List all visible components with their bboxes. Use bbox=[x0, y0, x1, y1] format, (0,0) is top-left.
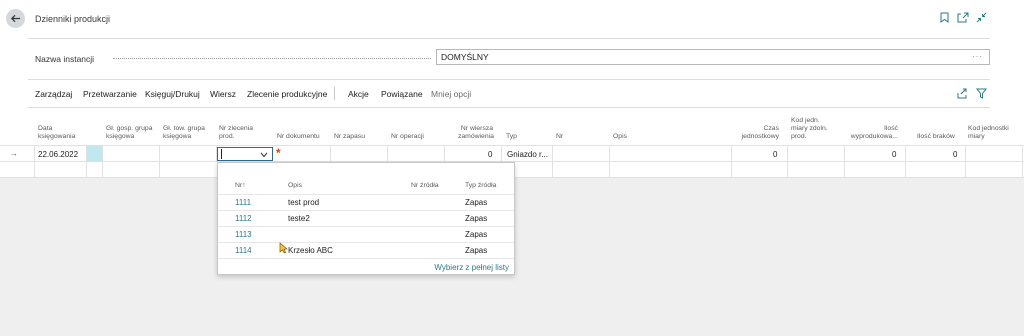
lookup-row-typ: Zapas bbox=[465, 214, 488, 223]
lookup-row[interactable]: 1113 Zapas bbox=[218, 226, 514, 242]
label-leader-dots bbox=[113, 58, 431, 59]
filter-icon[interactable] bbox=[975, 88, 988, 101]
grid-line bbox=[387, 145, 388, 162]
col-kod-jedn-zdoln[interactable]: Kod jedn. miary zdoln. prod. bbox=[791, 117, 828, 141]
lookup-row-nr[interactable]: 1114 bbox=[235, 246, 252, 255]
grid-line bbox=[0, 145, 1024, 146]
cell-czas-jednostkowy[interactable]: 0 bbox=[773, 150, 777, 159]
cell-typ[interactable]: Gniazdo r... bbox=[507, 150, 548, 159]
select-from-full-list-link[interactable]: Wybierz z pełnej listy bbox=[434, 263, 509, 272]
grid-line bbox=[330, 145, 331, 162]
col-nr-dokumentu[interactable]: Nr dokumentu bbox=[277, 133, 320, 141]
lookup-col-opis[interactable]: Opis bbox=[288, 182, 302, 189]
lookup-row[interactable]: 1112 teste2 Zapas bbox=[218, 210, 514, 226]
action-przetwarzanie[interactable]: Przetwarzanie bbox=[83, 89, 137, 99]
col-czas-jednostkowy[interactable]: Czas jednostkowy bbox=[736, 125, 779, 141]
action-mniej-opcji[interactable]: Mniej opcji bbox=[431, 89, 471, 99]
back-button[interactable] bbox=[6, 9, 25, 28]
col-gl-tow-grupa[interactable]: Gł. tow. grupa księgowa bbox=[163, 125, 205, 141]
lookup-row[interactable]: 1114 Krzesło ABC Zapas bbox=[218, 242, 514, 258]
action-zarzadzaj[interactable]: Zarządzaj bbox=[35, 89, 72, 99]
chevron-down-icon[interactable] bbox=[260, 152, 268, 158]
header-divider bbox=[28, 38, 990, 39]
mouse-cursor-icon bbox=[279, 242, 288, 256]
cell-data-ksiegowania[interactable]: 22.06.2022 bbox=[38, 150, 78, 159]
lookup-row-opis: teste2 bbox=[288, 214, 310, 223]
lookup-row-nr[interactable]: 1113 bbox=[235, 230, 252, 239]
col-typ[interactable]: Typ bbox=[506, 133, 517, 141]
actionbar-divider bbox=[28, 107, 990, 108]
lookup-dropdown: Nr↑ Opis Nr źródła Typ źródła 1111 test … bbox=[217, 162, 515, 275]
col-ilosc-wyprodukowana[interactable]: Ilość wyprodukowa... bbox=[845, 125, 898, 141]
grid-line bbox=[905, 145, 906, 178]
grid-line bbox=[787, 145, 788, 178]
col-nr-wiersza[interactable]: Nr wiersza zamówienia bbox=[458, 125, 494, 141]
lookup-col-typ-zrodla[interactable]: Typ źródła bbox=[465, 182, 496, 189]
cell-ilosc-wyprodukowana[interactable]: 0 bbox=[892, 150, 896, 159]
grid-line bbox=[102, 145, 103, 178]
lookup-col-nr-zrodla[interactable]: Nr źródła bbox=[411, 182, 439, 189]
grid-line bbox=[501, 145, 502, 162]
grid-line bbox=[1022, 145, 1023, 178]
more-options-icon[interactable]: ··· bbox=[972, 52, 983, 61]
grid-line bbox=[34, 145, 35, 178]
lookup-row-typ: Zapas bbox=[465, 230, 488, 239]
grid-line bbox=[844, 145, 845, 178]
grid-line bbox=[552, 145, 553, 178]
lookup-row-opis: test prod bbox=[288, 198, 320, 207]
col-nr[interactable]: Nr bbox=[556, 133, 563, 141]
grid-line bbox=[159, 145, 160, 178]
row-indicator-arrow-icon: → bbox=[10, 149, 18, 158]
share-icon[interactable] bbox=[957, 88, 968, 101]
grid-line bbox=[444, 145, 445, 162]
col-data-ksiegowania[interactable]: Data księgowania bbox=[38, 125, 75, 141]
col-nr-operacji[interactable]: Nr operacji bbox=[391, 133, 424, 141]
lookup-row-opis: Krzesło ABC bbox=[288, 246, 333, 255]
sort-ascending-icon: ↑ bbox=[242, 182, 246, 189]
lookup-row[interactable]: 1111 test prod Zapas bbox=[218, 194, 514, 210]
lookup-row-typ: Zapas bbox=[465, 246, 488, 255]
col-kod-jednostki-miary[interactable]: Kod jednostki miary bbox=[968, 125, 1009, 141]
open-new-window-icon[interactable] bbox=[957, 12, 969, 25]
col-opis[interactable]: Opis bbox=[613, 133, 627, 141]
lookup-row-nr[interactable]: 1112 bbox=[235, 214, 252, 223]
action-zlecenie-produkcyjne[interactable]: Zlecenie produkcyjne bbox=[247, 89, 327, 99]
cell-selected-marker[interactable] bbox=[87, 146, 102, 161]
action-akcje[interactable]: Akcje bbox=[348, 89, 369, 99]
field-divider bbox=[28, 79, 990, 80]
nr-zlecenia-input[interactable] bbox=[217, 147, 273, 161]
col-gl-gosp-grupa[interactable]: Gł. gosp. grupa księgowa bbox=[106, 125, 152, 141]
text-caret bbox=[221, 149, 222, 159]
action-wiersz[interactable]: Wiersz bbox=[210, 89, 236, 99]
col-nr-zlecenia[interactable]: Nr zlecenia prod. bbox=[219, 125, 253, 141]
lookup-row-typ: Zapas bbox=[465, 198, 488, 207]
arrow-left-icon bbox=[10, 14, 21, 23]
cell-ilosc-brakow[interactable]: 0 bbox=[953, 150, 957, 159]
lookup-divider bbox=[218, 258, 514, 259]
col-nr-zapasu[interactable]: Nr zapasu bbox=[334, 133, 365, 141]
lookup-col-nr[interactable]: Nr↑ bbox=[235, 182, 246, 189]
instance-label: Nazwa instancji bbox=[35, 54, 95, 64]
lookup-row-nr[interactable]: 1111 bbox=[235, 198, 251, 207]
action-powiazane[interactable]: Powiązane bbox=[381, 89, 423, 99]
action-separator bbox=[334, 87, 335, 100]
instance-name-field[interactable]: DOMYŚLNY ··· bbox=[436, 49, 990, 65]
action-ksieguj-drukuj[interactable]: Księguj/Drukuj bbox=[145, 89, 200, 99]
page-title: Dzienniki produkcji bbox=[35, 14, 111, 24]
col-ilosc-brakow[interactable]: Ilość braków bbox=[917, 133, 955, 141]
collapse-icon[interactable] bbox=[976, 12, 987, 25]
grid-line bbox=[965, 145, 966, 178]
required-marker: * bbox=[276, 146, 281, 160]
bookmark-icon[interactable] bbox=[940, 12, 949, 25]
grid-line bbox=[609, 145, 610, 178]
instance-value: DOMYŚLNY bbox=[441, 52, 489, 62]
grid-line bbox=[731, 145, 732, 178]
cell-nr-wiersza[interactable]: 0 bbox=[488, 150, 492, 159]
